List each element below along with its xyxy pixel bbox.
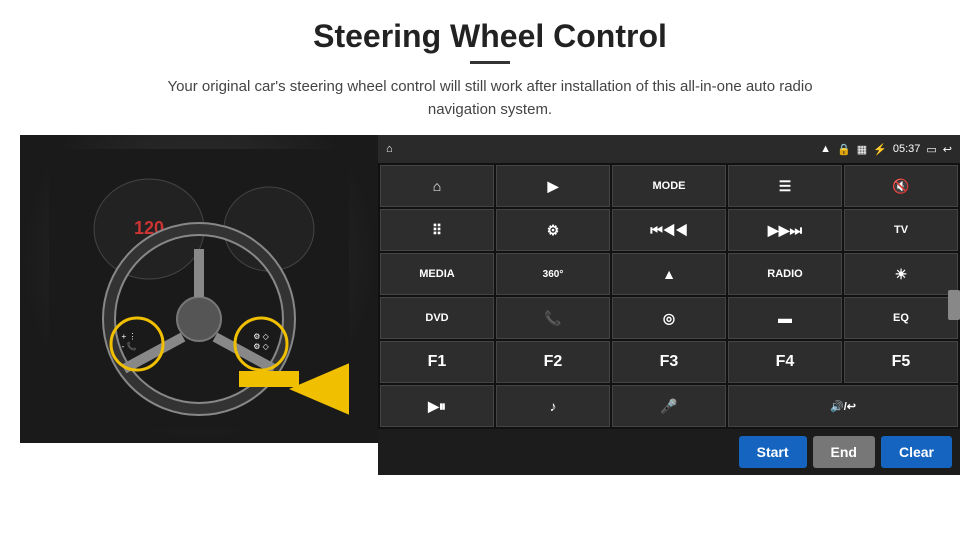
btn-f5[interactable]: F5: [844, 341, 958, 383]
btn-navigate[interactable]: ▶: [496, 165, 610, 207]
btn-dvd[interactable]: DVD: [380, 297, 494, 339]
btn-settings[interactable]: ⚙: [496, 209, 610, 251]
btn-f3[interactable]: F3: [612, 341, 726, 383]
btn-brightness[interactable]: ☀: [844, 253, 958, 295]
head-unit-panel: ⌂ ▲ 🔒 ▦ ⚡ 05:37 ▭ ↩ ⌂ ▶ MODE ☰: [378, 135, 960, 475]
status-bar: ⌂ ▲ 🔒 ▦ ⚡ 05:37 ▭ ↩: [378, 135, 960, 163]
btn-mirror[interactable]: ▬: [728, 297, 842, 339]
btn-next-track[interactable]: ▶▶⏭: [728, 209, 842, 251]
bluetooth-icon: ⚡: [873, 143, 887, 156]
btn-f4[interactable]: F4: [728, 341, 842, 383]
btn-prev-track[interactable]: ⏮◀◀: [612, 209, 726, 251]
content-row: 120: [20, 135, 960, 475]
page-subtitle: Your original car's steering wheel contr…: [140, 76, 840, 121]
button-grid: ⌂ ▶ MODE ☰ 🔇 ⠿ ⚙ ⏮◀◀ ▶▶⏭ TV MEDIA 360° ▲…: [378, 163, 960, 429]
svg-text:⚙ ◇: ⚙ ◇: [253, 332, 269, 341]
bottom-bar: Start End Clear: [378, 429, 960, 475]
svg-text:+ ⋮: + ⋮: [122, 332, 137, 341]
btn-eq[interactable]: EQ: [844, 297, 958, 339]
btn-vol-phone[interactable]: 🔊/↩: [728, 385, 958, 427]
car-image: 120: [20, 135, 378, 443]
btn-menu[interactable]: ☰: [728, 165, 842, 207]
btn-mute[interactable]: 🔇: [844, 165, 958, 207]
time-display: 05:37: [893, 143, 921, 155]
wifi-icon: ▲: [820, 143, 831, 155]
lock-icon: 🔒: [837, 143, 851, 156]
screen-icon: ▭: [926, 143, 936, 156]
title-divider: [470, 61, 510, 64]
btn-play-pause[interactable]: ▶⏸: [380, 385, 494, 427]
page-title: Steering Wheel Control: [313, 18, 667, 55]
btn-radio[interactable]: RADIO: [728, 253, 842, 295]
start-button[interactable]: Start: [739, 436, 807, 468]
home-status-icon: ⌂: [386, 143, 393, 155]
btn-apps[interactable]: ⠿: [380, 209, 494, 251]
end-button[interactable]: End: [813, 436, 875, 468]
btn-f1[interactable]: F1: [380, 341, 494, 383]
btn-mode[interactable]: MODE: [612, 165, 726, 207]
svg-text:⚙ ◇: ⚙ ◇: [253, 342, 269, 351]
status-right: ▲ 🔒 ▦ ⚡ 05:37 ▭ ↩: [820, 143, 952, 156]
btn-f2[interactable]: F2: [496, 341, 610, 383]
btn-home[interactable]: ⌂: [380, 165, 494, 207]
btn-media[interactable]: MEDIA: [380, 253, 494, 295]
btn-mic[interactable]: 🎤: [612, 385, 726, 427]
svg-text:- 📞: - 📞: [122, 341, 137, 351]
btn-tv[interactable]: TV: [844, 209, 958, 251]
clear-button[interactable]: Clear: [881, 436, 952, 468]
status-left: ⌂: [386, 143, 393, 155]
btn-360[interactable]: 360°: [496, 253, 610, 295]
btn-eject[interactable]: ▲: [612, 253, 726, 295]
sim-icon: ▦: [857, 143, 867, 156]
btn-phone[interactable]: 📞: [496, 297, 610, 339]
page-container: Steering Wheel Control Your original car…: [0, 0, 980, 544]
btn-gps[interactable]: ◎: [612, 297, 726, 339]
scroll-handle[interactable]: [948, 290, 960, 320]
back-icon: ↩: [943, 143, 952, 156]
btn-music[interactable]: ♪: [496, 385, 610, 427]
